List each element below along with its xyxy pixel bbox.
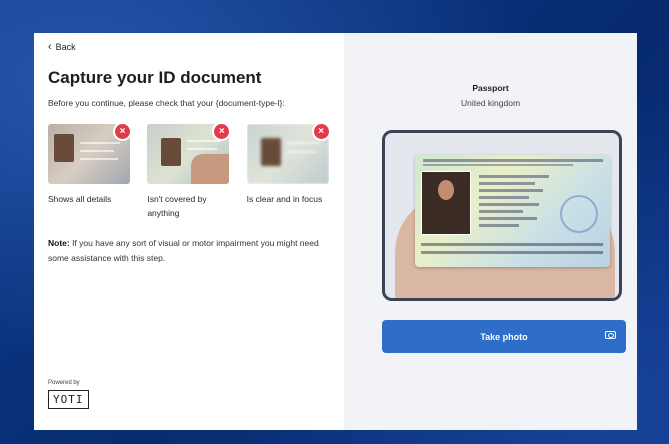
check-item: × Shows all details [48,124,131,220]
powered-by-label: Powered by [48,380,80,386]
page-title: Capture your ID document [48,68,262,87]
intro-text: Before you continue, please check that y… [48,98,285,108]
check-caption: Isn't covered by anything [147,194,207,218]
camera-frame [382,130,622,301]
close-icon: × [311,124,329,141]
camera-icon [605,331,616,339]
passport-example-image [415,155,610,267]
example-thumbnail-cropped: × [48,124,130,184]
instructions-panel: ‹ Back Capture your ID document Before y… [34,33,344,430]
example-thumbnail-blurry: × [246,124,329,184]
passport-stamp [560,195,598,233]
check-item: × Is clear and in focus [246,124,330,220]
check-caption: Is clear and in focus [246,194,323,204]
close-icon: × [113,124,130,141]
note-text: If you have any sort of visual or motor … [48,238,319,263]
check-list: × Shows all details × Isn't covered by a… [48,124,330,220]
back-label: Back [55,42,76,52]
chevron-left-icon: ‹ [48,40,52,53]
yoti-logo: YOTI [48,390,89,409]
document-preview-panel: Passport United kingdom Take photo [344,33,637,430]
take-photo-button[interactable]: Take photo [382,320,626,353]
capture-card: ‹ Back Capture your ID document Before y… [34,33,637,430]
check-caption: Shows all details [48,194,112,204]
example-thumbnail-covered: × [147,124,230,184]
take-photo-label: Take photo [480,331,528,342]
close-icon: × [212,124,230,141]
document-type: Passport [472,83,509,93]
passport-photo [421,171,471,235]
back-link[interactable]: ‹ Back [48,40,76,53]
accessibility-note: Note: If you have any sort of visual or … [48,236,333,266]
check-item: × Isn't covered by anything [147,124,230,220]
document-country: United kingdom [460,98,521,108]
note-label: Note: [48,238,70,248]
